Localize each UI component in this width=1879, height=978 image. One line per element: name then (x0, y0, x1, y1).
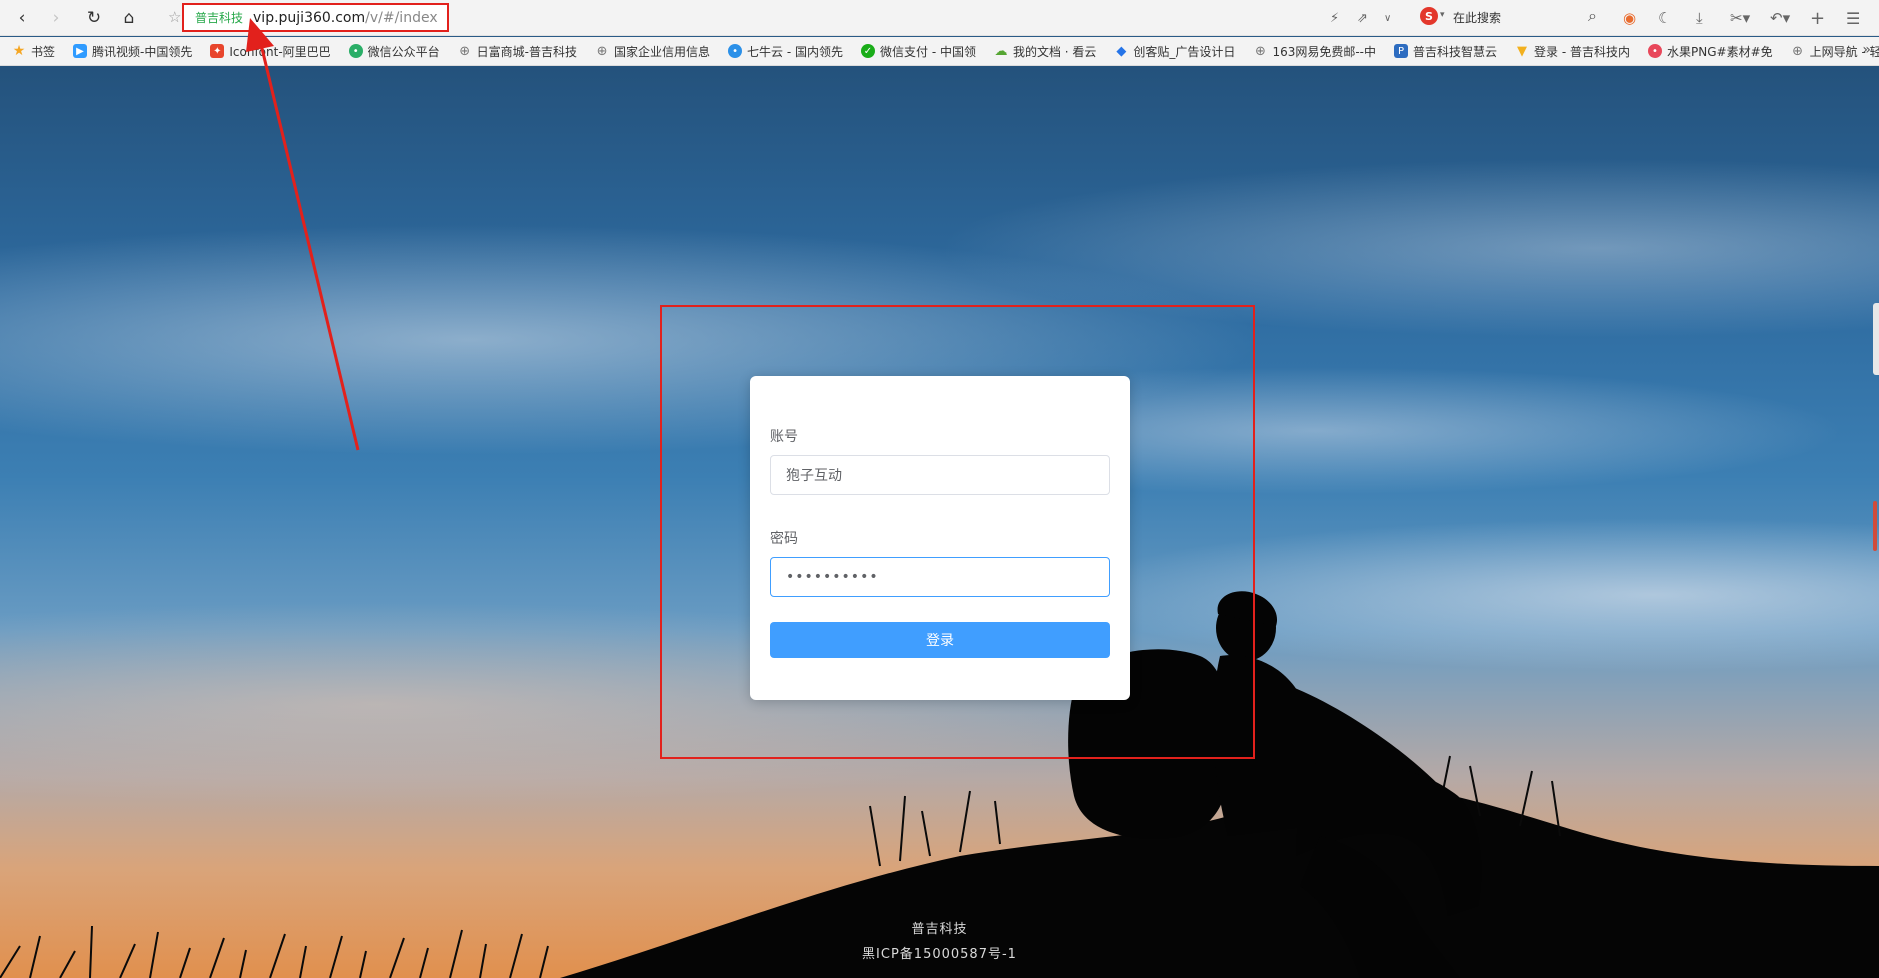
account-input[interactable]: 狍子互动 (770, 455, 1110, 495)
bookmark-label: Iconfont-阿里巴巴 (229, 44, 331, 59)
qiniu-icon: • (728, 44, 743, 58)
bookmark-label: 163网易免费邮--中 (1272, 44, 1377, 59)
login-icon: ▼ (1517, 43, 1528, 59)
game-icon[interactable]: ◉ (1623, 7, 1636, 29)
menu-icon[interactable]: ☰ (1846, 7, 1860, 29)
globe-icon: ⊕ (459, 43, 471, 59)
password-input[interactable]: •••••••••• (770, 557, 1110, 597)
chuangkit-icon: ◆ (1116, 43, 1127, 59)
bookmark-item[interactable]: ✦ Iconfont-阿里巴巴 (210, 43, 331, 60)
bookmark-item[interactable]: ⊕ 国家企业信用信息 (595, 43, 710, 60)
bookmark-label: 创客贴_广告设计日 (1133, 44, 1236, 59)
search-engine-caret-icon[interactable]: ▾ (1440, 10, 1445, 20)
chevron-down-icon[interactable]: ∨ (1384, 7, 1391, 29)
bookmark-item[interactable]: ✓ 微信支付 - 中国领 (861, 43, 976, 60)
footer-company: 普吉科技 (911, 922, 968, 937)
globe-icon: ⊕ (1254, 43, 1266, 59)
globe-icon: ⊕ (596, 43, 608, 59)
night-mode-icon[interactable]: ☾ (1658, 7, 1671, 29)
lightning-icon[interactable]: ⚡︎ (1330, 7, 1339, 29)
star-icon: ★ (12, 43, 26, 59)
kancloud-icon: ☁ (994, 43, 1008, 59)
address-url-host: vip.puji360.com (253, 9, 366, 26)
search-input[interactable]: 在此搜索 (1453, 9, 1501, 26)
bookmark-item[interactable]: ◆ 创客贴_广告设计日 (1114, 43, 1235, 60)
bookmark-label: 书签 (31, 44, 56, 59)
footer-icp: 黑ICP备15000587号-1 (862, 947, 1017, 962)
bookmark-item[interactable]: ☁ 我的文档 · 看云 (994, 43, 1096, 60)
home-icon[interactable]: ⌂ (117, 6, 141, 30)
address-bar[interactable]: 普吉科技 vip.puji360.com/v/#/index (182, 3, 449, 32)
bookmark-label: 水果PNG#素材#免 (1667, 44, 1773, 59)
browser-toolbar: ‹ › ↻ ⌂ ☆ 普吉科技 vip.puji360.com/v/#/index… (0, 0, 1879, 36)
bookmark-label: 我的文档 · 看云 (1012, 44, 1097, 59)
bookmark-item[interactable]: • 微信公众平台 (348, 43, 440, 60)
bookmark-item[interactable]: ★ 书签 (12, 43, 55, 60)
search-icon[interactable]: ⌕ (1588, 6, 1597, 26)
bookmark-label: 微信支付 - 中国领 (880, 44, 976, 59)
bookmarks-bar: ★ 书签 ▶ 腾讯视频-中国领先 ✦ Iconfont-阿里巴巴 • 微信公众平台 ⊕ 日… (0, 37, 1879, 66)
puji-icon: P (1394, 44, 1409, 58)
bookmark-item[interactable]: ⊕ 日富商城-普吉科技 (458, 43, 577, 60)
bookmark-item[interactable]: ▼ 登录 - 普吉科技内 (1515, 43, 1630, 60)
bookmark-item[interactable]: P 普吉科技智慧云 (1394, 43, 1497, 60)
back-icon[interactable]: ‹ (10, 6, 34, 30)
fruit-icon: • (1648, 44, 1662, 58)
new-tab-icon[interactable]: + (1810, 7, 1825, 29)
bookmarks-overflow-icon[interactable]: » (1862, 42, 1871, 58)
reload-icon[interactable]: ↻ (82, 6, 106, 30)
bookmark-star-icon[interactable]: ☆ (168, 8, 181, 26)
side-indicator (1873, 501, 1877, 551)
wechat-icon: • (348, 44, 363, 58)
iconfont-icon: ✦ (210, 44, 225, 58)
bookmark-label: 国家企业信用信息 (614, 44, 711, 59)
bookmark-label: 腾讯视频-中国领先 (92, 44, 193, 59)
bookmark-item[interactable]: • 水果PNG#素材#免 (1648, 43, 1773, 60)
search-engine-icon[interactable]: S (1420, 7, 1438, 25)
login-card: 账号 狍子互动 密码 •••••••••• 登录 (750, 376, 1130, 700)
undo-icon[interactable]: ↶▾ (1770, 7, 1790, 29)
bookmark-label: 微信公众平台 (367, 44, 440, 59)
bookmark-label: 七牛云 - 国内领先 (747, 44, 843, 59)
address-site-name: 普吉科技 (195, 11, 244, 25)
forward-icon[interactable]: › (44, 6, 68, 30)
tencent-video-icon: ▶ (73, 44, 88, 58)
share-icon[interactable]: ⇗ (1357, 7, 1368, 29)
wechat-pay-icon: ✓ (861, 44, 875, 58)
side-panel-tab[interactable] (1873, 303, 1879, 375)
bookmark-item[interactable]: ⊕ 163网易免费邮--中 (1253, 43, 1376, 60)
globe-icon: ⊕ (1792, 43, 1804, 59)
password-label: 密码 (770, 531, 798, 547)
bookmark-item[interactable]: • 七牛云 - 国内领先 (728, 43, 843, 60)
scissors-icon[interactable]: ✂▾ (1730, 7, 1750, 29)
bookmark-label: 登录 - 普吉科技内 (1534, 44, 1630, 59)
address-url: vip.puji360.com/v/#/index (253, 10, 438, 26)
login-button[interactable]: 登录 (770, 622, 1110, 658)
bookmark-label: 普吉科技智慧云 (1413, 44, 1498, 59)
account-label: 账号 (770, 429, 798, 445)
bookmark-label: 日富商城-普吉科技 (476, 44, 578, 59)
download-icon[interactable]: ⤓ (1696, 7, 1703, 29)
bookmark-item[interactable]: ▶ 腾讯视频-中国领先 (73, 43, 192, 60)
address-url-path: /v/#/index (365, 9, 438, 26)
